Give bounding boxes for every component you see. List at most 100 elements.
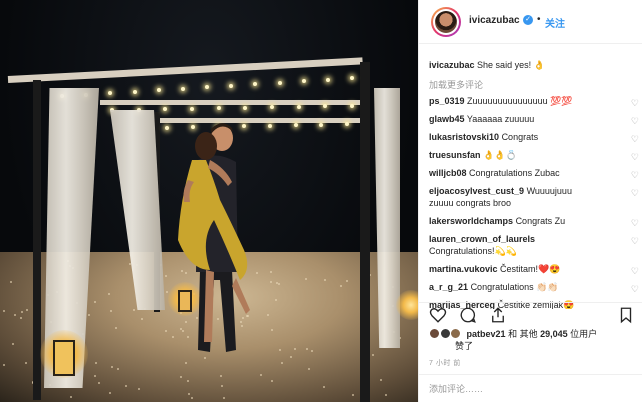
light-bulb	[325, 77, 330, 82]
comment-item: glawb45 Yaaaaaa zuuuuu ♡	[429, 113, 641, 127]
add-comment-area	[419, 374, 642, 402]
sand-speck	[277, 283, 280, 286]
separator-dot: •	[537, 14, 541, 25]
add-comment-input[interactable]	[429, 382, 629, 396]
follow-button[interactable]: 关注	[545, 15, 565, 30]
light-bulb	[163, 107, 168, 112]
share-icon[interactable]	[489, 306, 507, 324]
light-bulb	[296, 104, 301, 109]
comment-like-icon[interactable]: ♡	[631, 169, 639, 181]
comment-like-icon[interactable]: ♡	[631, 133, 639, 145]
sand-speck	[185, 361, 188, 364]
likes-username[interactable]: patbev21	[467, 329, 506, 339]
sand-speck	[385, 393, 388, 396]
comment-like-icon[interactable]: ♡	[631, 235, 639, 247]
comment-text: Čestitam!❤️😍	[500, 264, 561, 274]
comment-username[interactable]: ps_0319	[429, 96, 465, 106]
sand-speck	[307, 367, 310, 370]
sand-speck	[269, 270, 272, 273]
light-bulb	[270, 105, 274, 110]
avatar[interactable]	[431, 7, 461, 37]
comment-username[interactable]: eljoacosylvest_cust_9	[429, 186, 524, 196]
comment-username[interactable]: a_r_g_21	[429, 282, 468, 292]
likes-count[interactable]: 29,045	[540, 329, 568, 339]
liker-avatar[interactable]	[450, 328, 462, 339]
light-bulb	[301, 79, 306, 83]
comment-text: 👌👌💍	[483, 150, 517, 160]
comment-username[interactable]: truesunsfan	[429, 150, 481, 160]
sand-speck	[324, 278, 327, 281]
comment-like-icon[interactable]: ♡	[631, 265, 639, 277]
verified-icon: ✓	[523, 15, 533, 25]
liker-avatar[interactable]	[429, 328, 440, 339]
sand-speck	[351, 393, 354, 396]
sand-speck	[110, 365, 113, 368]
caption-text: She said yes! 👌	[477, 60, 545, 70]
sand-speck	[371, 353, 374, 356]
comment-item: eljoacosylvest_cust_9 Wuuuujuuu zuuuu co…	[429, 185, 641, 209]
comment-like-icon[interactable]: ♡	[631, 97, 639, 109]
comment-icon[interactable]	[459, 306, 477, 324]
comment-username[interactable]: lakersworldchamps	[429, 216, 513, 226]
post-timestamp[interactable]: 7 小时 前	[429, 358, 461, 368]
comment-item: a_r_g_21 Congratulations 👏🏻👏🏻 ♡	[429, 281, 641, 295]
light-bulb	[243, 105, 248, 110]
header-username[interactable]: ivicazubac	[469, 15, 520, 26]
comment-username[interactable]: glawb45	[429, 114, 465, 124]
comment-text: Wuuuujuuu	[526, 186, 572, 196]
comment-text: Congratulations 👏🏻👏🏻	[470, 282, 559, 292]
caption-username[interactable]: ivicazubac	[429, 60, 475, 70]
bookmark-icon[interactable]	[617, 306, 635, 324]
comment-text: Zuuuuuuuuuuuuuuu 💯💯	[467, 96, 573, 106]
comment-like-icon[interactable]: ♡	[631, 283, 639, 295]
light-bulb	[205, 85, 209, 89]
comment-like-icon[interactable]: ♡	[631, 187, 639, 199]
light-bulb	[277, 80, 282, 85]
lantern-glow-right	[396, 290, 418, 320]
light-bulb	[180, 86, 185, 91]
post-caption: ivicazubac She said yes! 👌	[429, 60, 545, 71]
lantern-left	[53, 340, 75, 376]
sand-speck	[380, 378, 382, 381]
light-bulb	[229, 83, 234, 88]
comment-like-icon[interactable]: ♡	[631, 151, 639, 163]
comment-like-icon[interactable]: ♡	[631, 115, 639, 127]
sand-speck	[19, 316, 22, 319]
likes-text-after: 位用户	[567, 329, 598, 339]
comment-item: martina.vukovic Čestitam!❤️😍 ♡	[429, 263, 641, 277]
light-bulb	[216, 106, 221, 111]
comment-username[interactable]: lauren_crown_of_laurels	[429, 234, 535, 244]
comment-item: lakersworldchamps Congrats Zu ♡	[429, 215, 641, 229]
sand-speck	[94, 374, 97, 377]
sand-speck	[345, 280, 348, 283]
light-bulb	[323, 104, 328, 109]
light-bulb	[108, 91, 113, 95]
comment-text-continued: zuuuu congrats broo	[429, 198, 512, 208]
sand-speck	[97, 382, 100, 384]
comment-username[interactable]: martina.vukovic	[429, 264, 498, 274]
comment-text: Congrats	[501, 132, 539, 142]
sand-speck	[69, 396, 72, 398]
comment-like-icon[interactable]: ♡	[631, 217, 639, 229]
light-bulb	[156, 88, 161, 92]
comment-text: Yaaaaaa zuuuuu	[466, 114, 535, 124]
comment-username[interactable]: lukasristovski10	[429, 132, 499, 142]
comment-item: lukasristovski10 Congrats ♡	[429, 131, 641, 145]
sand-speck	[108, 292, 111, 295]
liker-avatar[interactable]	[439, 328, 451, 339]
sand-speck	[116, 367, 119, 370]
sand-speck	[270, 380, 273, 382]
light-bulb	[267, 123, 272, 128]
sand-speck	[166, 290, 168, 293]
light-bulb	[190, 106, 194, 111]
comment-username[interactable]: willjcb08	[429, 168, 467, 178]
heart-icon[interactable]	[429, 306, 447, 324]
load-more-comments-button[interactable]: 加载更多评论	[429, 78, 483, 91]
comment-item: willjcb08 Congratulations Zubac ♡	[429, 167, 641, 181]
comment-item: ps_0319 Zuuuuuuuuuuuuuuu 💯💯 ♡	[429, 95, 641, 109]
post-sidebar: ivicazubac ✓ • 关注 ivicazubac She said ye…	[418, 0, 642, 402]
post-photo[interactable]	[0, 0, 418, 402]
sand-speck	[12, 342, 15, 345]
light-bulb	[132, 89, 137, 94]
comment-text-continued: Congratulations!💫💫	[429, 246, 517, 256]
